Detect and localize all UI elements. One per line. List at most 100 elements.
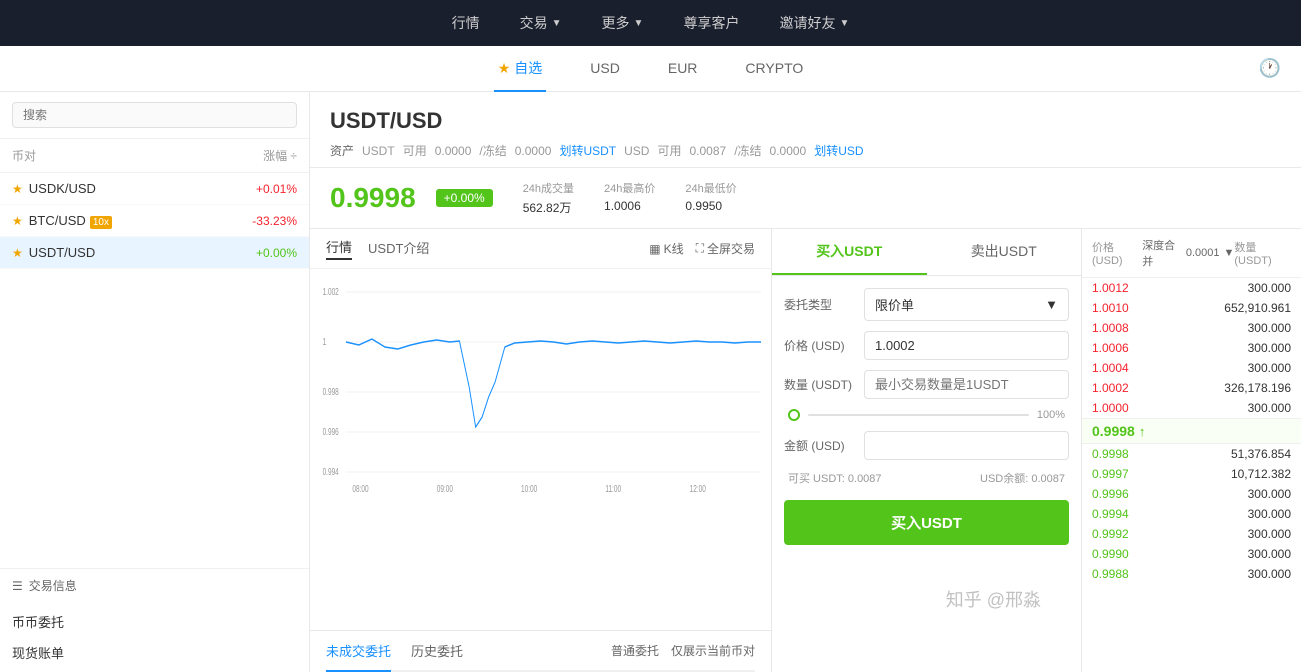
svg-text:0.994: 0.994 [323,466,339,478]
depth-bid-row: 0.9994300.000 [1082,504,1301,524]
stat-volume-value: 562.82万 [523,199,574,216]
bottom-tabs: 未成交委托 历史委托 普通委托 仅展示当前币对 [326,631,755,672]
transfer-usd-link[interactable]: 划转USD [814,142,863,159]
ask-price: 1.0012 [1092,281,1192,295]
search-input[interactable] [12,102,297,128]
option-current-pair: 仅展示当前币对 [671,642,755,659]
sidebar: 币对 涨幅 ÷ ★ USDK/USD +0.01% ★ BTC/USD10x -… [0,92,310,672]
fullscreen-btn[interactable]: ⛶ 全屏交易 [696,240,755,257]
ask-qty: 300.000 [1192,361,1292,375]
bid-qty: 300.000 [1192,487,1292,501]
qty-input[interactable] [875,377,1058,392]
subnav-favorites[interactable]: ★自选 [494,46,547,92]
ask-price: 1.0000 [1092,401,1192,415]
bid-qty: 10,712.382 [1192,467,1292,481]
buy-button[interactable]: 买入USDT [784,500,1069,545]
stat-high-label: 24h最高价 [604,180,655,196]
subnav-eur[interactable]: EUR [664,48,702,90]
usd-frozen: 0.0000 [770,144,807,158]
tab-buy[interactable]: 买入USDT [772,229,927,275]
change-value: +0.01% [256,182,297,196]
depth-ask-row: 1.0010652,910.961 [1082,298,1301,318]
sidebar-link-orders[interactable]: 币币委托 [12,606,297,637]
depth-qty-header: 数量(USDT) [1234,239,1291,267]
nav-vip[interactable]: 尊享客户 [683,13,739,33]
chart-buttons: ▦ K线 ⛶ 全屏交易 [649,240,755,257]
list-item[interactable]: ★ USDT/USD +0.00% [0,237,309,269]
tab-intro[interactable]: USDT介绍 [368,238,429,259]
transfer-usdt-link[interactable]: 划转USDT [559,142,616,159]
stat-low-label: 24h最低价 [685,180,736,196]
slider-end-label: 100% [1037,409,1065,421]
price-chart: 1.002 1 0.998 0.996 0.994 08:00 09:00 [310,269,771,630]
ask-price: 1.0002 [1092,381,1192,395]
bid-price: 0.9996 [1092,487,1192,501]
subnav-usd-label: USD [590,60,620,76]
svg-text:11:00: 11:00 [605,483,621,495]
tab-open-orders[interactable]: 未成交委托 [326,631,391,672]
depth-merge[interactable]: 深度合并 0.0001 ▼ [1142,237,1234,269]
ask-qty: 300.000 [1192,281,1292,295]
depth-bid-row: 0.999710,712.382 [1082,464,1301,484]
price-input[interactable] [875,338,1058,353]
price-stats: 24h成交量 562.82万 24h最高价 1.0006 24h最低价 0.99… [523,180,737,216]
price-row: 0.9998 +0.00% 24h成交量 562.82万 24h最高价 1.00… [310,168,1301,229]
usdt-label: USDT [362,144,395,158]
main-price: 0.9998 [330,182,416,214]
stat-high: 24h最高价 1.0006 [604,180,655,216]
theme-toggle-icon[interactable]: 🕐 [1259,58,1281,79]
list-item[interactable]: ★ BTC/USD10x -33.23% [0,205,309,237]
nav-market[interactable]: 行情 [452,13,480,33]
depth-bid-row: 0.9990300.000 [1082,544,1301,564]
order-tabs: 买入USDT 卖出USDT [772,229,1081,276]
bid-price: 0.9997 [1092,467,1192,481]
stat-low: 24h最低价 0.9950 [685,180,736,216]
star-icon: ★ [12,246,23,260]
depth-list: 1.0012300.000 1.0010652,910.961 1.000830… [1082,278,1301,672]
kline-icon: ▦ [649,242,660,256]
nav-invite[interactable]: 邀请好友 ▼ [779,13,849,33]
bid-price: 0.9998 [1092,447,1192,461]
slider-track[interactable] [808,414,1029,416]
ask-price: 1.0004 [1092,361,1192,375]
ask-price: 1.0010 [1092,301,1192,315]
nav-invite-arrow: ▼ [839,18,849,29]
sidebar-column-header: 币对 涨幅 ÷ [0,139,309,173]
nav-trade[interactable]: 交易 ▼ [520,13,562,33]
section-label: 交易信息 [29,577,77,594]
nav-more-arrow: ▼ [634,18,644,29]
option-normal: 普通委托 [611,642,659,659]
availability-row: 可买 USDT: 0.0087 USD余额: 0.0087 [784,470,1069,486]
bid-price: 0.9992 [1092,527,1192,541]
kline-btn[interactable]: ▦ K线 [649,240,683,257]
bid-qty: 300.000 [1192,527,1292,541]
qty-input-wrapper [864,370,1069,399]
frozen-label2: /冻结 [734,142,761,159]
depth-bid-row: 0.999851,376.854 [1082,444,1301,464]
nav-more[interactable]: 更多 ▼ [602,13,644,33]
list-item[interactable]: ★ USDK/USD +0.01% [0,173,309,205]
sidebar-pair-header: 币对 [12,147,36,164]
svg-text:0.996: 0.996 [323,426,339,438]
depth-bid-row: 0.9992300.000 [1082,524,1301,544]
price-label: 价格 (USD) [784,337,864,354]
price-direction-icon: ↑ [1139,424,1146,439]
qty-label: 数量 (USDT) [784,376,864,393]
depth-ask-row: 1.0012300.000 [1082,278,1301,298]
amount-input[interactable] [875,438,1058,453]
change-value: +0.00% [256,246,297,260]
tab-history-orders[interactable]: 历史委托 [411,631,463,672]
subnav-crypto[interactable]: CRYPTO [741,48,807,90]
order-type-select[interactable]: 限价单 ▼ [864,288,1069,321]
sidebar-link-bills[interactable]: 现货账单 [12,637,297,668]
depth-ask-row: 1.0008300.000 [1082,318,1301,338]
avail-buy: 可买 USDT: 0.0087 [788,470,882,486]
tab-sell[interactable]: 卖出USDT [927,229,1082,275]
depth-ask-row: 1.0002326,178.196 [1082,378,1301,398]
tab-market[interactable]: 行情 [326,237,352,260]
subnav-usd[interactable]: USD [586,48,624,90]
order-panel: 买入USDT 卖出USDT 委托类型 限价单 ▼ 价格 (USD) [771,229,1081,672]
top-navigation: 行情 交易 ▼ 更多 ▼ 尊享客户 邀请好友 ▼ [0,0,1301,46]
ask-price: 1.0006 [1092,341,1192,355]
amount-row-form: 金额 (USD) [784,431,1069,460]
